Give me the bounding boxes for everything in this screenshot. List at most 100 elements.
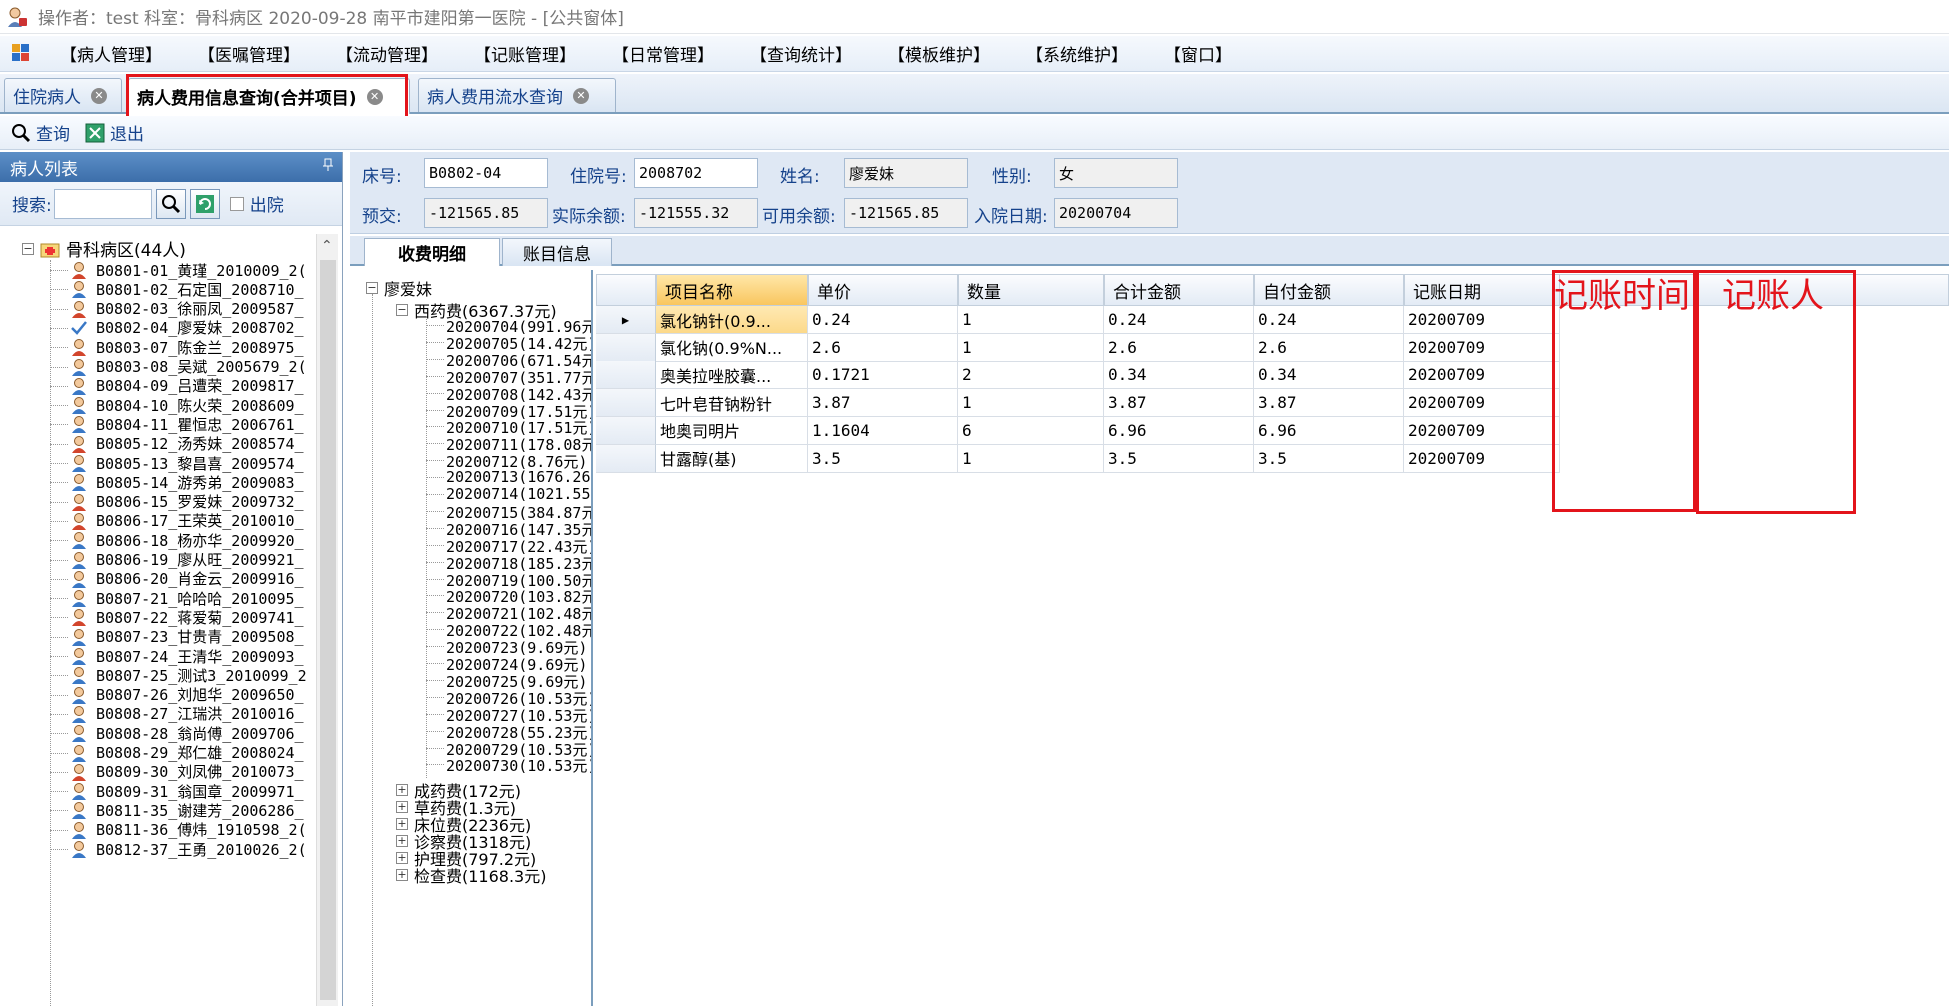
billing-date-cell[interactable]: 20200709	[1404, 361, 1560, 390]
scroll-up-icon[interactable]: ⌃	[321, 238, 333, 254]
col-header-total[interactable]: 合计金额	[1104, 274, 1254, 306]
menu-billing-mgmt[interactable]: 【记账管理】	[456, 41, 594, 66]
tree-guide-line	[426, 341, 444, 343]
billing-date-cell[interactable]: 20200709	[1404, 333, 1560, 362]
billing-date-cell[interactable]: 20200709	[1404, 389, 1560, 418]
row-header[interactable]	[596, 333, 656, 362]
fee-tree-root[interactable]: − 廖爱妹	[366, 276, 432, 300]
expand-icon[interactable]: +	[396, 869, 408, 881]
tree-guide-line	[426, 544, 444, 546]
item-name-cell[interactable]: 奥美拉唑胶囊...	[656, 361, 808, 390]
female-patient-icon	[72, 763, 86, 781]
menu-window[interactable]: 【窗口】	[1146, 41, 1250, 66]
close-icon[interactable]: ✕	[91, 87, 107, 104]
self-pay-cell[interactable]: 3.87	[1254, 389, 1404, 418]
item-name-cell[interactable]: 七叶皂苷钠粉针	[656, 389, 808, 418]
quantity-cell[interactable]: 6	[958, 416, 1104, 445]
prepay-field: -121565.85	[424, 198, 548, 228]
self-pay-cell[interactable]: 0.34	[1254, 361, 1404, 390]
row-header[interactable]	[596, 444, 656, 473]
tab-fee-flow-query[interactable]: 病人费用流水查询 ✕	[418, 78, 616, 112]
bed-field[interactable]: B0802-04	[424, 158, 548, 188]
col-header-self-pay[interactable]: 自付金额	[1254, 274, 1404, 306]
item-name-cell[interactable]: 氯化钠针(0.9...	[656, 306, 808, 334]
unit-price-cell[interactable]: 3.5	[808, 444, 958, 473]
exit-button[interactable]: 退出	[84, 120, 144, 145]
search-input[interactable]	[53, 188, 152, 219]
search-button[interactable]	[155, 188, 186, 219]
quantity-cell[interactable]: 1	[958, 444, 1104, 473]
col-header-billing-date[interactable]: 记账日期	[1404, 274, 1560, 306]
fee-category-node[interactable]: + 检查费(1168.3元)	[396, 863, 546, 887]
self-pay-cell[interactable]: 2.6	[1254, 333, 1404, 362]
row-header[interactable]	[596, 361, 656, 390]
available-balance-field: -121565.85	[844, 198, 968, 228]
fee-date-node[interactable]: 20200730(10.53元)	[446, 755, 591, 776]
query-button[interactable]: 查询	[10, 120, 70, 145]
collapse-icon[interactable]: −	[22, 242, 34, 255]
male-patient-icon	[72, 725, 86, 743]
patient-list-scrollbar[interactable]: ⌃	[316, 234, 338, 1006]
unit-price-cell[interactable]: 2.6	[808, 333, 958, 362]
unit-price-cell[interactable]: 0.24	[808, 306, 958, 334]
tab-inpatients[interactable]: 住院病人 ✕	[4, 78, 122, 112]
collapse-icon[interactable]: −	[366, 282, 378, 294]
self-pay-cell[interactable]: 0.24	[1254, 306, 1404, 334]
app-menu-icon[interactable]	[10, 41, 36, 67]
tab-account-info[interactable]: 账目信息	[502, 238, 612, 266]
tree-guide-line	[50, 347, 68, 349]
tree-guide-line	[426, 527, 444, 529]
total-cell[interactable]: 3.87	[1104, 389, 1254, 418]
patient-tree-item[interactable]: B0812-37_王勇_2010026_2(	[70, 838, 318, 860]
search-icon	[161, 194, 180, 213]
tree-guide-line	[50, 270, 68, 271]
tree-guide-line	[426, 646, 444, 648]
quantity-cell[interactable]: 1	[958, 389, 1104, 418]
menu-query-stats[interactable]: 【查询统计】	[732, 41, 870, 66]
row-header[interactable]	[596, 416, 656, 445]
menu-daily-mgmt[interactable]: 【日常管理】	[594, 41, 732, 66]
scrollbar-thumb[interactable]	[320, 260, 336, 1000]
quantity-cell[interactable]: 1	[958, 306, 1104, 334]
inpatient-no-field[interactable]: 2008702	[634, 158, 758, 188]
refresh-button[interactable]	[189, 188, 220, 219]
item-name-cell[interactable]: 氯化钠(0.9%N...	[656, 333, 808, 362]
self-pay-cell[interactable]: 3.5	[1254, 444, 1404, 473]
menu-system[interactable]: 【系统维护】	[1008, 41, 1146, 66]
total-cell[interactable]: 3.5	[1104, 444, 1254, 473]
self-pay-cell[interactable]: 6.96	[1254, 416, 1404, 445]
billing-date-cell[interactable]: 20200709	[1404, 416, 1560, 445]
menu-template[interactable]: 【模板维护】	[870, 41, 1008, 66]
collapse-icon[interactable]: −	[396, 304, 408, 316]
row-header[interactable]	[596, 389, 656, 418]
ward-root-node[interactable]: − 骨科病区(44人)	[22, 236, 186, 261]
quantity-cell[interactable]: 1	[958, 333, 1104, 362]
pin-icon[interactable]	[322, 158, 334, 176]
row-header[interactable]: ▶	[596, 306, 656, 334]
tree-guide-line	[426, 764, 444, 766]
menu-patient-mgmt[interactable]: 【病人管理】	[42, 41, 180, 66]
total-cell[interactable]: 0.34	[1104, 361, 1254, 390]
menu-flow-mgmt[interactable]: 【流动管理】	[318, 41, 456, 66]
billing-date-cell[interactable]: 20200709	[1404, 306, 1560, 334]
col-header-item-name[interactable]: 项目名称	[656, 274, 808, 306]
female-patient-icon	[72, 300, 86, 318]
unit-price-cell[interactable]: 1.1604	[808, 416, 958, 445]
tab-charge-detail[interactable]: 收费明细	[364, 238, 500, 266]
unit-price-cell[interactable]: 3.87	[808, 389, 958, 418]
fee-date-node[interactable]: 20200713(1676.26	[446, 468, 591, 486]
menu-order-mgmt[interactable]: 【医嘱管理】	[180, 41, 318, 66]
col-header-quantity[interactable]: 数量	[958, 274, 1104, 306]
col-header-unit-price[interactable]: 单价	[808, 274, 958, 306]
total-cell[interactable]: 6.96	[1104, 416, 1254, 445]
discharged-checkbox[interactable]	[229, 196, 244, 211]
unit-price-cell[interactable]: 0.1721	[808, 361, 958, 390]
item-name-cell[interactable]: 地奥司明片	[656, 416, 808, 445]
total-cell[interactable]: 0.24	[1104, 306, 1254, 334]
close-icon[interactable]: ✕	[573, 87, 589, 104]
total-cell[interactable]: 2.6	[1104, 333, 1254, 362]
billing-date-cell[interactable]: 20200709	[1404, 444, 1560, 473]
fee-date-node[interactable]: 20200714(1021.55	[446, 485, 591, 503]
item-name-cell[interactable]: 甘露醇(基)	[656, 444, 808, 473]
quantity-cell[interactable]: 2	[958, 361, 1104, 390]
